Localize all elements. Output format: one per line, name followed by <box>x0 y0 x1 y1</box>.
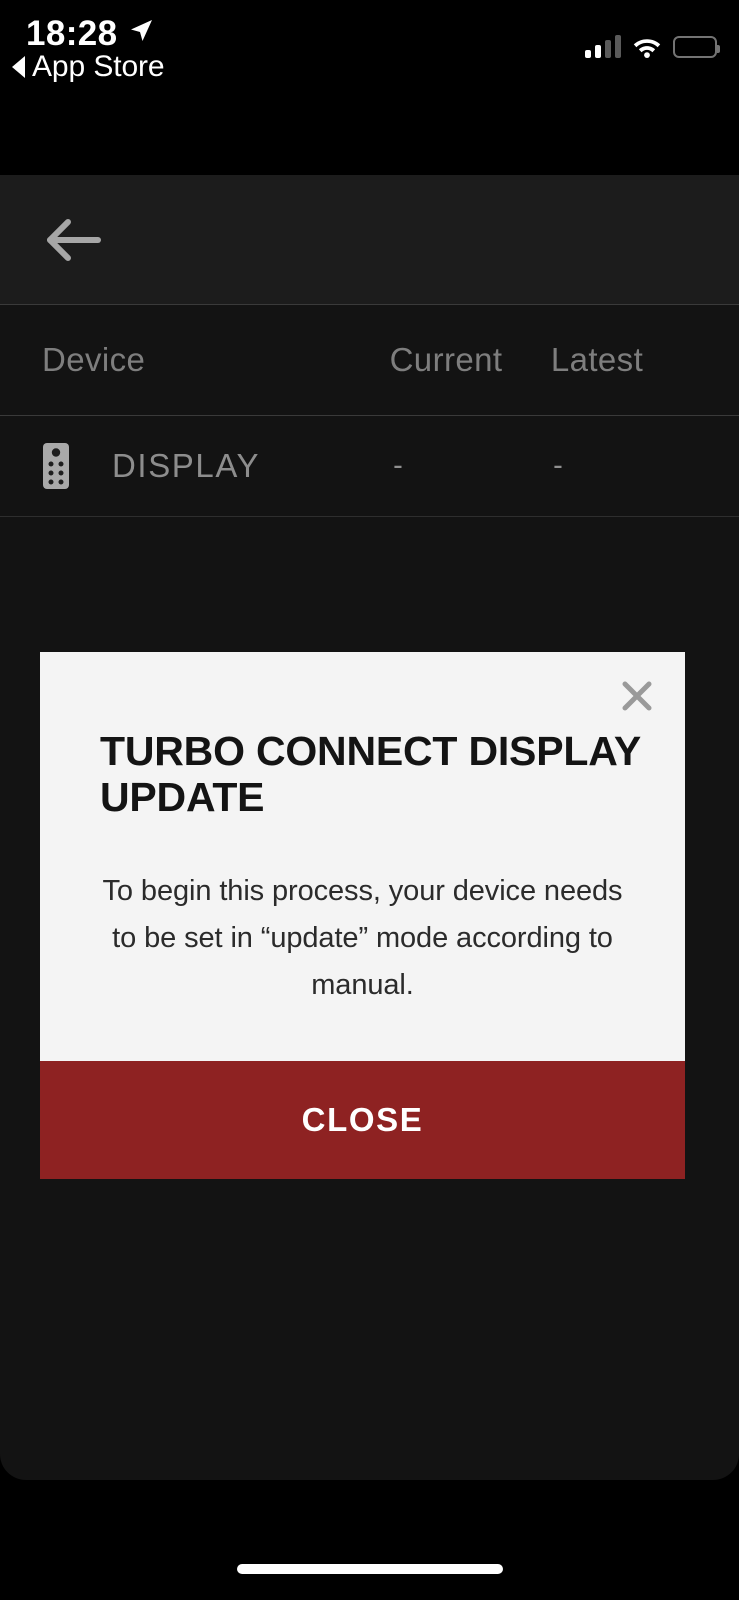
battery-icon <box>673 36 720 58</box>
column-header-latest: Latest <box>550 341 644 378</box>
app-content: Device Current Latest DISPLAY - - TURBO … <box>0 175 739 1480</box>
device-table: Device Current Latest DISPLAY - - <box>0 305 739 517</box>
column-header-current: Current <box>389 341 503 378</box>
phone-screen: 18:28 App Store Device Current Latest DI… <box>0 0 739 1600</box>
column-header-device: Device <box>42 341 146 378</box>
close-button[interactable]: CLOSE <box>40 1061 685 1179</box>
location-arrow-icon <box>131 20 152 41</box>
status-bar-time: 18:28 <box>26 14 118 53</box>
device-name: DISPLAY <box>112 447 261 484</box>
status-bar-indicators <box>585 26 720 58</box>
navigation-bar <box>0 175 739 305</box>
back-triangle-icon <box>12 56 25 78</box>
home-indicator-bar[interactable] <box>236 1564 503 1574</box>
return-to-app-store-label: App Store <box>32 50 165 83</box>
modal-body-text: To begin this process, your device needs… <box>102 875 623 1001</box>
arrow-left-icon[interactable] <box>42 211 104 269</box>
return-to-app-store-button[interactable]: App Store <box>12 50 165 84</box>
device-latest-version: - <box>553 449 563 482</box>
close-x-icon[interactable] <box>611 670 663 722</box>
wifi-icon <box>633 39 661 58</box>
device-current-version: - <box>393 449 403 482</box>
cellular-signal-icon <box>585 35 621 58</box>
table-header-row: Device Current Latest <box>0 305 739 416</box>
update-modal-dialog: TURBO CONNECT DISPLAY UPDATE To begin th… <box>40 652 685 1179</box>
modal-title: TURBO CONNECT DISPLAY UPDATE <box>100 728 641 820</box>
remote-control-icon <box>43 443 69 489</box>
table-row[interactable]: DISPLAY - - <box>0 416 739 517</box>
status-bar: 18:28 App Store <box>0 0 739 175</box>
